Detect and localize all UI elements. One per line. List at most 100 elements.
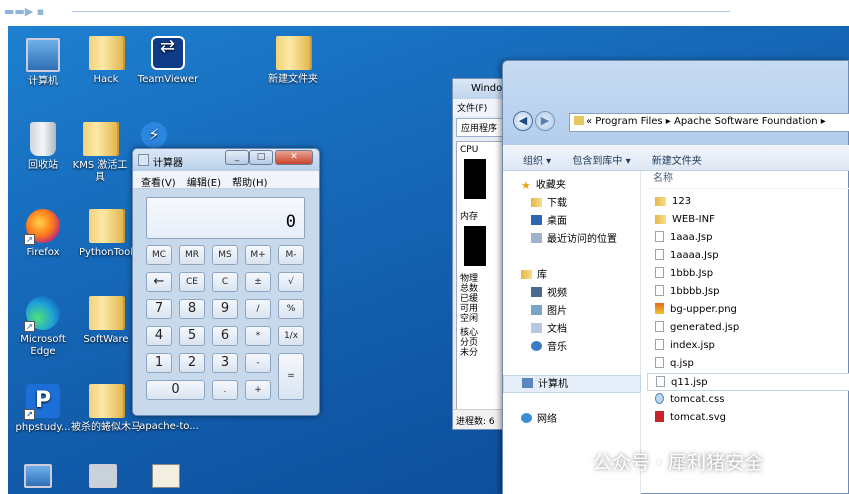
key-5-button[interactable]: 5 (179, 326, 205, 346)
key-7-button[interactable]: 7 (146, 299, 172, 319)
file-row[interactable]: 1bbb.Jsp (647, 265, 849, 283)
key-3-button[interactable]: 3 (212, 353, 238, 373)
file-icon (655, 321, 664, 332)
key-0-button[interactable]: 0 (146, 380, 205, 400)
desktop-icon-bottom-1[interactable] (18, 464, 58, 492)
key-9-button[interactable]: 9 (212, 299, 238, 319)
file-row[interactable]: generated.jsp (647, 319, 849, 337)
desktop-icon-kms[interactable]: KMS 激活工具 (70, 122, 130, 184)
nav-libraries[interactable]: 库 (503, 267, 641, 285)
file-row[interactable]: q.jsp (647, 355, 849, 373)
key-4-button[interactable]: 4 (146, 326, 172, 346)
desktop-icon-new-folder[interactable]: 新建文件夹 (258, 36, 328, 86)
file-row[interactable]: 1bbbb.Jsp (647, 283, 849, 301)
nav-music[interactable]: 音乐 (503, 339, 641, 357)
file-row[interactable]: 1aaa.Jsp (647, 229, 849, 247)
key-mr-button[interactable]: MR (179, 245, 205, 265)
star-icon: ★ (521, 179, 531, 192)
desktop-icon-teamviewer[interactable]: TeamViewer (133, 36, 203, 86)
file-row[interactable]: 1aaaa.Jsp (647, 247, 849, 265)
desktop-icon-recycle-bin[interactable]: 回收站 (8, 122, 78, 172)
key-6-button[interactable]: 6 (212, 326, 238, 346)
nav-videos[interactable]: 视频 (503, 285, 641, 303)
desktop-icon-software[interactable]: SoftWare (71, 296, 141, 346)
file-row[interactable]: 123 (647, 193, 849, 211)
key-ms-button[interactable]: MS (212, 245, 238, 265)
key-decimal-button[interactable]: . (212, 380, 238, 400)
new-folder-button[interactable]: 新建文件夹 (652, 156, 702, 167)
explorer-window[interactable]: ◀ ▶ « Program Files ▸ Apache Software Fo… (502, 60, 849, 494)
document-icon (531, 323, 542, 333)
key-c-button[interactable]: C (212, 272, 238, 292)
menu-view[interactable]: 查看(V) (141, 178, 176, 189)
desktop-icon-hack[interactable]: Hack (71, 36, 141, 86)
menu-edit[interactable]: 编辑(E) (187, 178, 221, 189)
file-row[interactable]: tomcat.css (647, 391, 849, 409)
address-bar[interactable]: « Program Files ▸ Apache Software Founda… (569, 113, 849, 132)
shortcut-arrow-icon: ↗ (24, 321, 35, 332)
teamviewer-icon (151, 36, 185, 70)
key-minus-button[interactable]: - (245, 353, 271, 373)
key-1-button[interactable]: 1 (146, 353, 172, 373)
nav-desktop[interactable]: 桌面 (503, 213, 641, 231)
key-plus-button[interactable]: + (245, 380, 271, 400)
key-mc-button[interactable]: MC (146, 245, 172, 265)
calculator-titlebar[interactable]: 计算器 _ □ ✕ (133, 149, 319, 171)
key-m-plus-button[interactable]: M+ (245, 245, 271, 265)
file-row[interactable]: q11.jsp (647, 373, 849, 391)
file-row[interactable]: index.jsp (647, 337, 849, 355)
organize-button[interactable]: 组织 ▾ (523, 156, 551, 167)
key-equals-button[interactable]: = (278, 353, 304, 400)
file-row[interactable]: WEB-INF (647, 211, 849, 229)
calculator-menu: 查看(V) 编辑(E) 帮助(H) (133, 171, 319, 189)
desktop-icon-firefox[interactable]: ↗ Firefox (8, 209, 78, 259)
key-sqrt-button[interactable]: √ (278, 272, 304, 292)
nav-pictures[interactable]: 图片 (503, 303, 641, 321)
library-icon (521, 270, 532, 279)
header-divider (72, 11, 730, 12)
watermark: 公众号 · 犀利猪安全 (567, 448, 763, 475)
key-m-minus-button[interactable]: M- (278, 245, 304, 265)
key-multiply-button[interactable]: * (245, 326, 271, 346)
music-icon (531, 341, 542, 351)
key-ce-button[interactable]: CE (179, 272, 205, 292)
column-header-name[interactable]: 名称 (647, 171, 849, 189)
nav-downloads[interactable]: 下载 (503, 195, 641, 213)
computer-icon (522, 378, 533, 388)
desktop-icon-trojan[interactable]: 被杀的蜷似木马 (71, 384, 141, 434)
include-in-library-button[interactable]: 包含到库中 ▾ (572, 156, 630, 167)
desktop-icon-computer[interactable]: 计算机 (8, 38, 78, 88)
desktop-icon-edge[interactable]: ↗ Microsoft Edge (8, 296, 78, 358)
key-backspace-button[interactable]: ← (146, 272, 172, 292)
key-reciprocal-button[interactable]: 1/x (278, 326, 304, 346)
desktop-icon-phpstudy[interactable]: P ↗ phpstudy... (8, 384, 78, 434)
calculator-title: 计算器 (153, 158, 183, 169)
menu-help[interactable]: 帮助(H) (232, 178, 267, 189)
key-8-button[interactable]: 8 (179, 299, 205, 319)
maximize-button[interactable]: □ (249, 150, 273, 165)
minimize-button[interactable]: _ (225, 150, 249, 165)
back-button[interactable]: ◀ (513, 111, 533, 131)
nav-network[interactable]: 网络 (503, 411, 641, 429)
key-2-button[interactable]: 2 (179, 353, 205, 373)
nav-computer[interactable]: 计算机 (503, 375, 641, 393)
desktop-icon-apache[interactable]: apache-to... (134, 421, 204, 433)
key-percent-button[interactable]: % (278, 299, 304, 319)
forward-button[interactable]: ▶ (535, 111, 555, 131)
desktop-icon-bottom-2[interactable] (83, 464, 123, 492)
mem-graph (464, 226, 486, 266)
key-divide-button[interactable]: / (245, 299, 271, 319)
display-value: 0 (285, 212, 296, 232)
close-button[interactable]: ✕ (275, 150, 313, 165)
file-row[interactable]: bg-upper.png (647, 301, 849, 319)
desktop-icon-bottom-3[interactable] (146, 464, 186, 492)
file-name: 1aaa.Jsp (670, 232, 713, 243)
calculator-window[interactable]: 计算器 _ □ ✕ 查看(V) 编辑(E) 帮助(H) 0 MC MR MS M+ M-… (132, 148, 320, 416)
nav-documents[interactable]: 文档 (503, 321, 641, 339)
key-plus-minus-button[interactable]: ± (245, 272, 271, 292)
nav-recent[interactable]: 最近访问的位置 (503, 231, 641, 249)
nav-favorites[interactable]: ★ 收藏夹 (503, 177, 641, 195)
desktop-icon-pythontool[interactable]: PythonTool (71, 209, 141, 259)
file-row[interactable]: tomcat.svg (647, 409, 849, 427)
phpstudy-icon: P ↗ (24, 384, 60, 420)
